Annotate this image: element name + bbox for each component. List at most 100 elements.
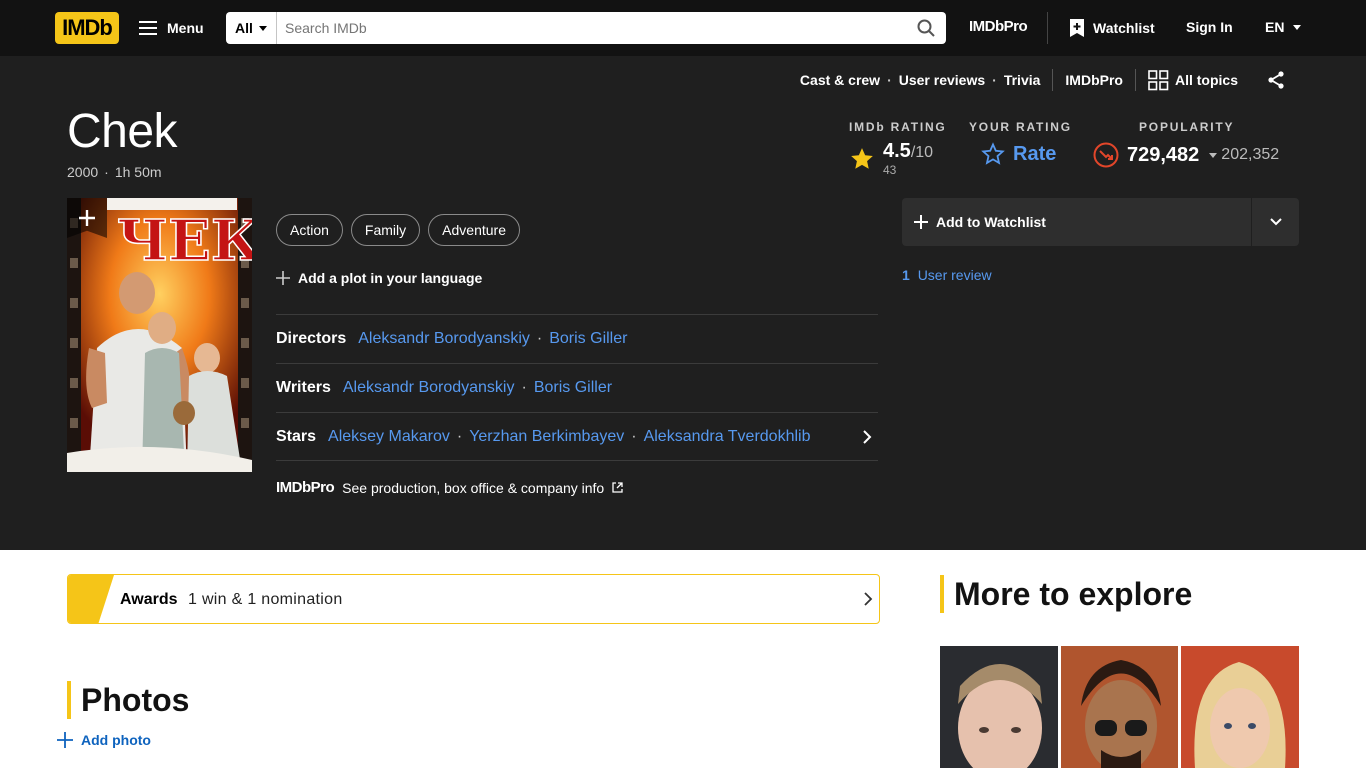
search-category-select[interactable]: All [226, 12, 277, 44]
add-photo-label: Add photo [81, 732, 151, 748]
awards-label: Awards [120, 591, 178, 608]
awards-banner[interactable]: Awards 1 win & 1 nomination [67, 574, 880, 624]
subnav-imdbpro[interactable]: IMDbPro [1065, 72, 1123, 88]
principal-credits: Directors Aleksandr Borodyanskiy · Boris… [276, 314, 878, 461]
language-select[interactable]: EN [1265, 19, 1302, 35]
subnav-user-reviews[interactable]: User reviews [899, 72, 985, 88]
credit-link[interactable]: Boris Giller [534, 379, 612, 397]
caret-down-icon [1293, 24, 1302, 30]
user-review-count: 1 [902, 267, 910, 283]
genre-chip[interactable]: Family [350, 214, 421, 246]
popularity-delta-value: 202,352 [1221, 146, 1280, 163]
star-outline-icon [981, 142, 1005, 165]
watchlist-link[interactable]: Watchlist [1070, 12, 1155, 44]
poster-artwork: ЧЕК [67, 198, 252, 472]
add-plot-button[interactable]: Add a plot in your language [276, 270, 482, 286]
your-rating[interactable]: YOUR RATING Rate [969, 120, 1093, 177]
separator-dot: · [992, 72, 997, 88]
release-year[interactable]: 2000 [67, 164, 98, 180]
genre-chip[interactable]: Adventure [428, 214, 520, 246]
explore-image[interactable] [1181, 646, 1300, 768]
chevron-right-icon [864, 592, 873, 606]
awards-summary: 1 win & 1 nomination [188, 591, 343, 608]
hamburger-icon [139, 21, 157, 35]
more-to-explore-heading: More to explore [940, 575, 1192, 613]
title-meta: 2000 · 1h 50m [67, 164, 162, 180]
imdbpro-link[interactable]: IMDbPro [969, 18, 1028, 35]
imdbpro-info-text: See production, box office & company inf… [342, 479, 605, 496]
subnav-trivia[interactable]: Trivia [1004, 72, 1041, 88]
popularity[interactable]: POPULARITY 729,482 202,352 [1093, 120, 1293, 177]
separator-dot: · [631, 427, 637, 445]
watchlist-icon [1070, 19, 1084, 37]
popularity-rank: 729,482 [1127, 143, 1200, 166]
chevron-down-icon [1269, 218, 1282, 226]
explore-image[interactable] [940, 646, 1058, 768]
all-topics-label: All topics [1174, 72, 1238, 88]
photos-heading: Photos [67, 681, 189, 719]
add-photo-button[interactable]: Add photo [57, 732, 151, 748]
rating-bar: IMDb RATING 4.5/10 43 YOUR RATING Rate P… [849, 120, 1293, 177]
imdb-scale: /10 [910, 144, 934, 161]
awards-flag [68, 575, 114, 623]
credit-label[interactable]: Stars [276, 428, 316, 446]
search-icon [917, 19, 935, 37]
nav-divider [1047, 12, 1048, 44]
vote-count: 43 [883, 163, 897, 177]
credit-row-stars[interactable]: Stars Aleksey Makarov · Yerzhan Berkimba… [276, 412, 878, 461]
credit-link[interactable]: Aleksandr Borodyanskiy [343, 379, 515, 397]
credit-label[interactable]: Writers [276, 379, 331, 397]
imdbpro-info-link[interactable]: IMDbPro See production, box office & com… [276, 479, 623, 496]
explore-image-strip [940, 646, 1300, 768]
share-button[interactable] [1266, 70, 1286, 90]
poster-image[interactable]: ЧЕК [67, 198, 252, 472]
separator-dot: · [104, 164, 109, 180]
language-label: EN [1265, 19, 1285, 35]
search-input[interactable] [277, 12, 906, 44]
your-rating-label: YOUR RATING [969, 120, 1072, 134]
imdbpro-label: IMDbPro [969, 18, 1028, 35]
separator-dot: · [521, 379, 527, 396]
imdb-rating-label: IMDb RATING [849, 120, 947, 134]
popularity-delta: 202,352 [1209, 146, 1279, 164]
share-icon [1268, 71, 1284, 89]
subnav-cast-crew[interactable]: Cast & crew [800, 72, 880, 88]
sign-in-link[interactable]: Sign In [1186, 19, 1233, 35]
rate-button[interactable]: Rate [1013, 143, 1056, 166]
plus-icon [57, 732, 73, 748]
search-bar: All [226, 12, 946, 44]
menu-button[interactable]: Menu [139, 12, 204, 44]
external-link-icon [612, 482, 623, 493]
chevron-right-icon[interactable] [862, 430, 872, 444]
credit-link[interactable]: Boris Giller [549, 330, 627, 348]
user-review-link[interactable]: 1 User review [902, 267, 992, 283]
credit-link[interactable]: Aleksandra Tverdokhlib [644, 428, 811, 446]
credit-link[interactable]: Aleksey Makarov [328, 428, 450, 446]
genre-chip[interactable]: Action [276, 214, 343, 246]
separator-dot: · [887, 72, 892, 88]
search-button[interactable] [906, 12, 946, 44]
credit-label[interactable]: Directors [276, 330, 346, 348]
all-topics-button[interactable]: All topics [1148, 69, 1238, 91]
watchlist-dropdown-button[interactable] [1251, 198, 1299, 246]
title-subnav: Cast & crew · User reviews · Trivia IMDb… [800, 69, 1286, 91]
search-category-label: All [235, 20, 253, 36]
separator-dot: · [456, 427, 463, 445]
plus-icon [276, 271, 290, 285]
explore-image[interactable] [1060, 646, 1179, 768]
imdb-rating[interactable]: IMDb RATING 4.5/10 43 [849, 120, 969, 177]
imdb-logo[interactable]: IMDb [55, 12, 119, 44]
explore-photo [1060, 646, 1179, 768]
runtime: 1h 50m [114, 164, 162, 180]
add-to-watchlist-main[interactable]: Add to Watchlist [902, 198, 1251, 246]
explore-photo [1181, 646, 1300, 768]
credit-row-writers: Writers Aleksandr Borodyanskiy · Boris G… [276, 363, 878, 412]
watchlist-label: Watchlist [1093, 20, 1155, 36]
user-review-label: User review [917, 267, 992, 283]
credit-link[interactable]: Aleksandr Borodyanskiy [358, 330, 530, 348]
add-plot-label: Add a plot in your language [298, 270, 483, 286]
credit-link[interactable]: Yerzhan Berkimbayev [469, 428, 624, 446]
subnav-divider [1052, 69, 1054, 91]
separator-dot: · [536, 330, 543, 347]
add-to-watchlist-button: Add to Watchlist [902, 198, 1299, 246]
